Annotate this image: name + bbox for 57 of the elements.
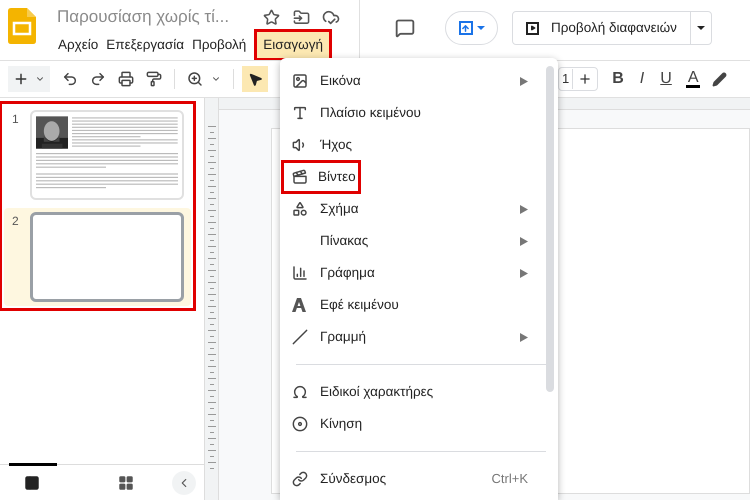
redo-icon[interactable]	[90, 71, 106, 87]
menu-item[interactable]: Πίνακας	[318, 227, 370, 255]
star-icon[interactable]	[263, 8, 280, 26]
menu-bar-item[interactable]: Εισαγωγή	[257, 32, 329, 58]
cursor-icon[interactable]	[248, 72, 262, 86]
menu-item[interactable]: Ήχος	[318, 131, 354, 159]
upload-icon	[458, 21, 472, 35]
shortcut-text: Ctrl+K	[492, 470, 528, 488]
text-effect-icon	[292, 298, 306, 312]
undo-icon[interactable]	[62, 71, 78, 87]
menu-item[interactable]: Γραμμή	[318, 323, 368, 351]
play-icon	[526, 22, 539, 34]
slide-number: 2	[11, 213, 20, 230]
clapperboard-icon[interactable]	[292, 169, 308, 185]
line-icon[interactable]	[292, 329, 308, 345]
format-button[interactable]: U	[658, 67, 674, 91]
menu-bar-item[interactable]: Αρχείο	[55, 32, 102, 58]
present-options-button[interactable]	[445, 11, 498, 45]
format-button[interactable]: B	[610, 67, 626, 91]
paint-format-icon[interactable]	[146, 71, 162, 87]
format-button[interactable]: A	[686, 70, 700, 88]
slide-thumbnail[interactable]	[30, 212, 184, 302]
menu-bar-item[interactable]: Προβολή	[189, 32, 250, 58]
comment-icon[interactable]	[395, 18, 415, 38]
caret-icon	[696, 26, 705, 30]
menu-item[interactable]: Κίνηση	[318, 410, 364, 438]
menu-item[interactable]: Σχήμα	[318, 195, 361, 223]
menu-bar-item[interactable]: Επεξεργασία	[103, 32, 188, 58]
collapse-button[interactable]	[172, 470, 196, 494]
slide-row[interactable]: 1	[4, 106, 191, 204]
menu-item[interactable]: Ειδικοί χαρακτήρες	[318, 378, 436, 406]
pen-icon[interactable]	[712, 72, 728, 86]
folder-move-icon[interactable]	[293, 8, 310, 26]
zoom-icon[interactable]	[187, 71, 203, 87]
menu-item[interactable]: Εικόνα	[318, 67, 363, 95]
grid-view-icon[interactable]	[118, 474, 134, 490]
menu-item[interactable]: Πλαίσιο κειμένου	[318, 99, 423, 127]
slide-row[interactable]: 2	[4, 208, 191, 306]
caret-icon	[476, 26, 484, 30]
scrollbar[interactable]	[546, 66, 554, 392]
plus-icon[interactable]	[13, 71, 29, 87]
plus-icon[interactable]	[578, 72, 592, 86]
cloud-check-icon[interactable]	[322, 8, 340, 26]
shapes-icon[interactable]	[292, 201, 308, 217]
menu-item[interactable]: Γράφημα	[318, 259, 377, 287]
link-icon[interactable]	[292, 471, 308, 487]
filmstrip-view-icon[interactable]	[24, 474, 40, 490]
print-icon[interactable]	[118, 71, 134, 87]
menu-item[interactable]: Βίντεο	[284, 163, 358, 191]
omega-icon[interactable]	[292, 384, 308, 400]
format-button[interactable]: I	[638, 67, 646, 91]
image-icon[interactable]	[292, 73, 308, 89]
bar-chart-icon[interactable]	[292, 265, 308, 281]
slide-number: 1	[11, 111, 20, 128]
menu-item[interactable]: Εφέ κειμένου	[318, 291, 401, 319]
menu-item[interactable]: Σύνδεσμος	[318, 465, 388, 493]
text-box-icon[interactable]	[292, 105, 308, 121]
